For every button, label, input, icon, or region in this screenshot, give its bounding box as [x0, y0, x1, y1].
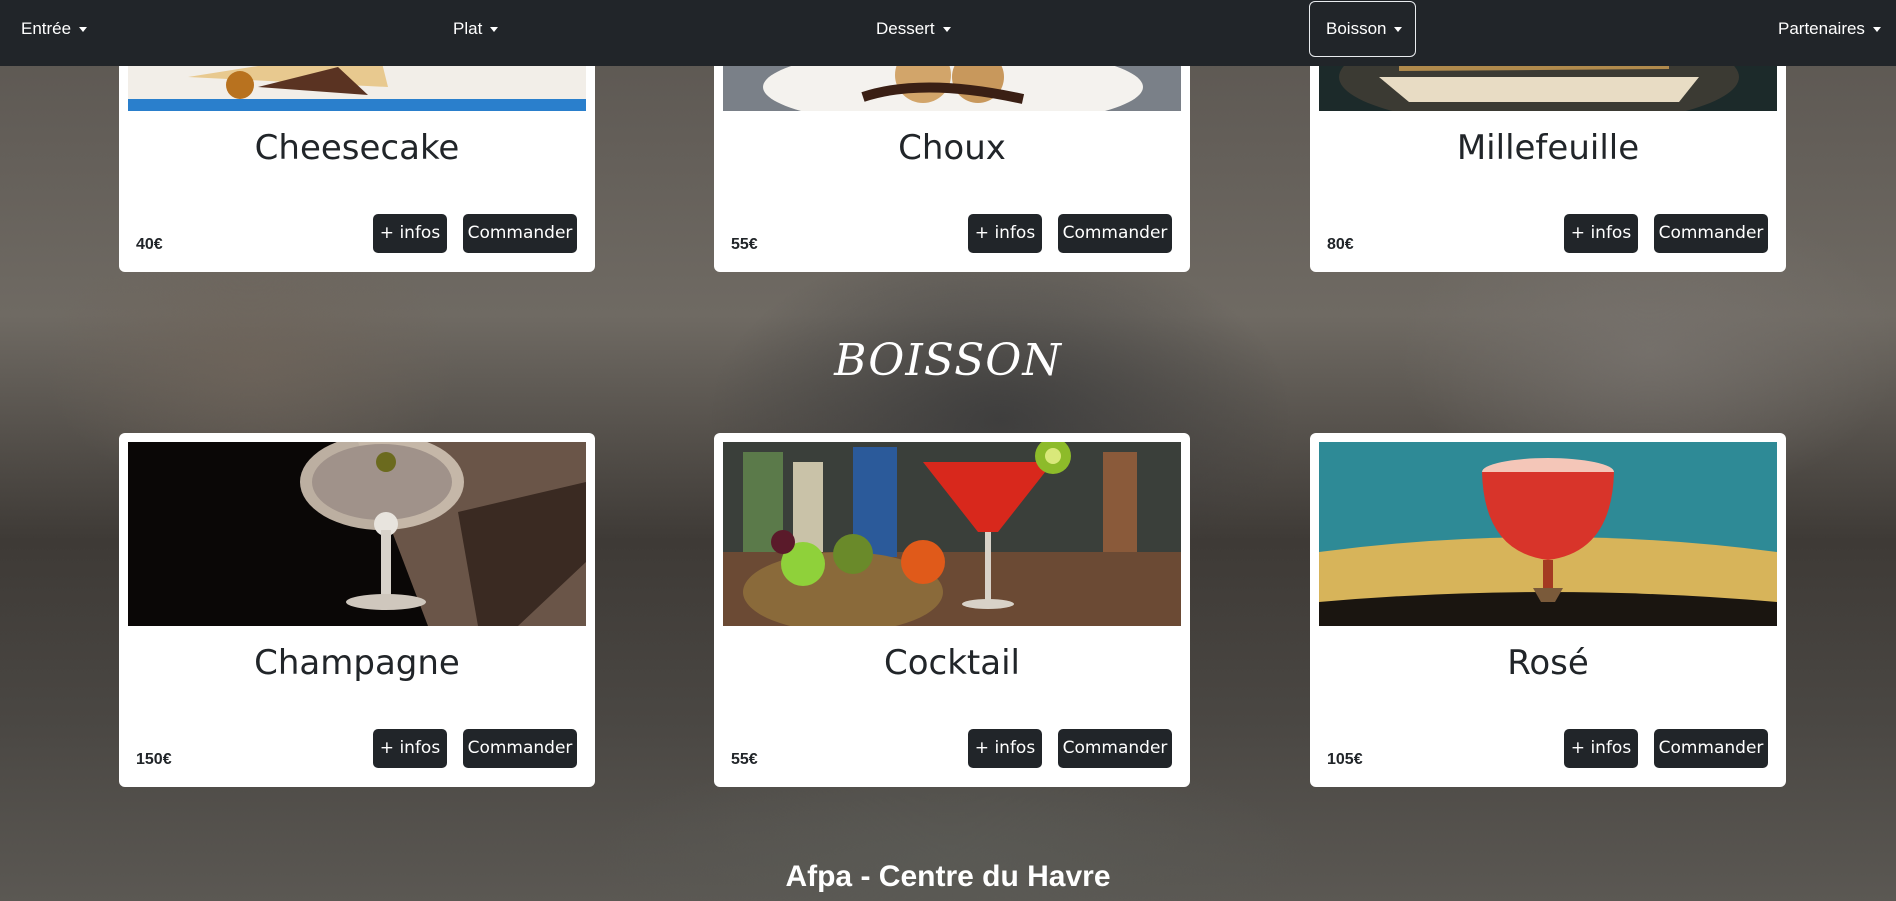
cocktail-image: [723, 442, 1181, 626]
product-title: Cocktail: [884, 643, 1020, 683]
order-button[interactable]: Commander: [1058, 729, 1172, 768]
more-info-button[interactable]: + infos: [968, 729, 1042, 768]
product-price: 55€: [731, 751, 758, 768]
nav-label: Plat: [453, 19, 483, 38]
product-card-rose: Rosé 105€ + infos Commander: [1310, 433, 1786, 787]
nav-label: Boisson: [1326, 19, 1387, 38]
product-title: Millefeuille: [1456, 128, 1640, 168]
nav-dropdown-plat[interactable]: Plat: [437, 0, 514, 58]
order-button[interactable]: Commander: [1654, 214, 1768, 253]
nav-dropdown-partenaires[interactable]: Partenaires: [1762, 0, 1896, 58]
product-title: Rosé: [1507, 643, 1589, 683]
product-title: Choux: [898, 128, 1006, 168]
caret-down-icon: [942, 26, 951, 32]
nav-dropdown-boisson[interactable]: Boisson: [1309, 1, 1416, 57]
order-button[interactable]: Commander: [1058, 214, 1172, 253]
product-price: 105€: [1327, 751, 1363, 768]
order-button[interactable]: Commander: [463, 214, 577, 253]
section-title-boisson: BOISSON: [834, 335, 1062, 386]
more-info-button[interactable]: + infos: [373, 214, 447, 253]
product-card-cocktail: Cocktail 55€ + infos Commander: [714, 433, 1190, 787]
nav-label: Entrée: [21, 19, 72, 38]
product-price: 80€: [1327, 236, 1354, 253]
nav-dropdown-entree[interactable]: Entrée: [5, 0, 103, 58]
caret-down-icon: [79, 26, 88, 32]
product-card-champagne: Champagne 150€ + infos Commander: [119, 433, 595, 787]
more-info-button[interactable]: + infos: [1564, 729, 1638, 768]
product-title: Cheesecake: [254, 128, 460, 168]
order-button[interactable]: Commander: [463, 729, 577, 768]
nav-dropdown-dessert[interactable]: Dessert: [860, 0, 967, 58]
rose-image: [1319, 442, 1777, 626]
more-info-button[interactable]: + infos: [373, 729, 447, 768]
top-navbar: Entrée Plat Dessert Boisson Partenaires: [0, 0, 1896, 66]
product-price: 40€: [136, 236, 163, 253]
champagne-image: [128, 442, 586, 626]
caret-down-icon: [490, 26, 499, 32]
caret-down-icon: [1394, 26, 1403, 32]
more-info-button[interactable]: + infos: [1564, 214, 1638, 253]
product-price: 150€: [136, 751, 172, 768]
nav-label: Partenaires: [1778, 19, 1865, 38]
more-info-button[interactable]: + infos: [968, 214, 1042, 253]
product-title: Champagne: [254, 643, 460, 683]
order-button[interactable]: Commander: [1654, 729, 1768, 768]
footer-text: Afpa - Centre du Havre: [785, 860, 1111, 893]
nav-label: Dessert: [876, 19, 935, 38]
product-price: 55€: [731, 236, 758, 253]
caret-down-icon: [1872, 26, 1881, 32]
